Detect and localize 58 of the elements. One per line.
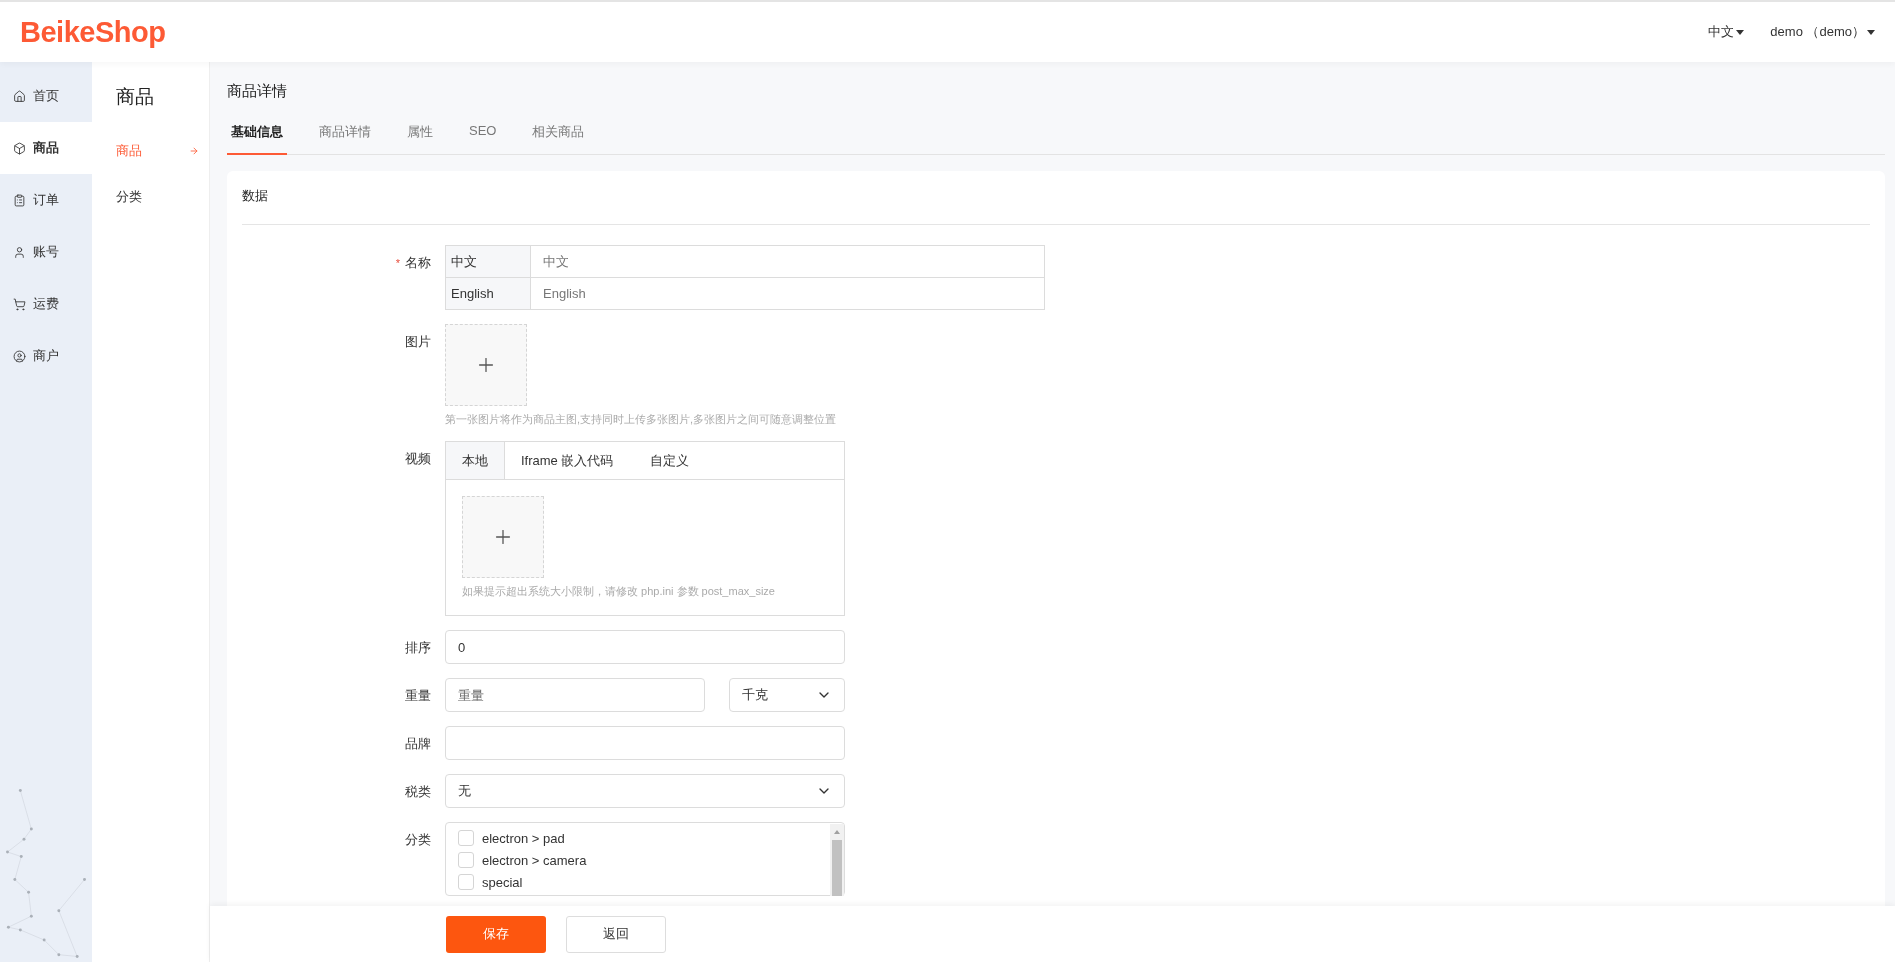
checkbox[interactable] — [458, 852, 474, 868]
caret-icon — [1736, 29, 1745, 35]
caret-icon — [1867, 29, 1875, 35]
sidebar-item[interactable]: 首页 — [0, 70, 92, 122]
user-circle-icon — [13, 349, 26, 363]
sidebar-item[interactable]: 商户 — [0, 330, 92, 382]
input-field[interactable]: 0 — [445, 630, 845, 664]
cart-icon — [13, 297, 26, 311]
input-field[interactable]: 重量 — [445, 678, 705, 712]
field-label: 税类 — [405, 784, 431, 799]
sidebar-item[interactable]: 订单 — [0, 174, 92, 226]
field-label: 排序 — [405, 640, 431, 655]
tax-dropdown[interactable]: 无 — [445, 774, 845, 808]
field-label: 视频 — [405, 451, 431, 466]
category-label: electron > camera — [482, 852, 587, 868]
field-label: 图片 — [405, 334, 431, 349]
video-tab[interactable]: 本地 — [446, 442, 505, 479]
field-label: 名称 — [405, 255, 431, 270]
unit-dropdown[interactable]: 千克 — [729, 678, 845, 712]
checkbox[interactable] — [458, 830, 474, 846]
sidebar-item[interactable]: 运费 — [0, 278, 92, 330]
checkbox[interactable] — [458, 874, 474, 890]
image-upload-button[interactable] — [445, 324, 527, 406]
sidebar-item[interactable]: 账号 — [0, 226, 92, 278]
submenu-item[interactable]: 分类 — [116, 174, 209, 220]
input-field[interactable] — [445, 726, 845, 760]
help-text: 第一张图片将作为商品主图,支持同时上传多张图片,多张图片之间可随意调整位置 — [445, 412, 837, 427]
home-icon — [13, 89, 26, 103]
sidebar-item[interactable]: 商品 — [0, 122, 92, 174]
category-label: electron > pad — [482, 830, 565, 846]
tab[interactable]: 基础信息 — [227, 117, 287, 155]
video-upload-button[interactable] — [462, 496, 544, 578]
language-cell: English — [445, 277, 531, 310]
tab[interactable]: 属性 — [403, 117, 437, 155]
field-label: 重量 — [405, 688, 431, 703]
user-dropdown[interactable]: demo （demo） — [1770, 23, 1875, 41]
submenu-title: 商品 — [116, 85, 155, 109]
arrow-right-icon — [189, 146, 199, 156]
user-icon — [13, 245, 26, 259]
scrollbar[interactable] — [830, 824, 844, 896]
language-cell: 中文 — [445, 245, 531, 278]
logo: BeikeShop — [20, 15, 166, 49]
category-label: special — [482, 874, 523, 890]
box-icon — [13, 141, 26, 155]
tab[interactable]: SEO — [465, 117, 501, 155]
input-field[interactable]: 中文 — [531, 245, 1045, 278]
required-mark: * — [395, 257, 400, 269]
clipboard-icon — [13, 193, 26, 207]
card-title: 数据 — [242, 171, 1870, 225]
back-button[interactable]: 返回 — [566, 915, 666, 953]
language-dropdown[interactable]: 中文 — [1708, 23, 1745, 41]
tab[interactable]: 商品详情 — [315, 117, 375, 155]
help-text: 如果提示超出系统大小限制，请修改 php.ini 参数 post_max_size — [462, 584, 776, 599]
input-field[interactable]: English — [531, 277, 1045, 310]
page-title: 商品详情 — [227, 82, 288, 101]
field-label: 品牌 — [405, 736, 431, 751]
field-label: 分类 — [405, 832, 431, 847]
tab[interactable]: 相关商品 — [528, 117, 589, 155]
